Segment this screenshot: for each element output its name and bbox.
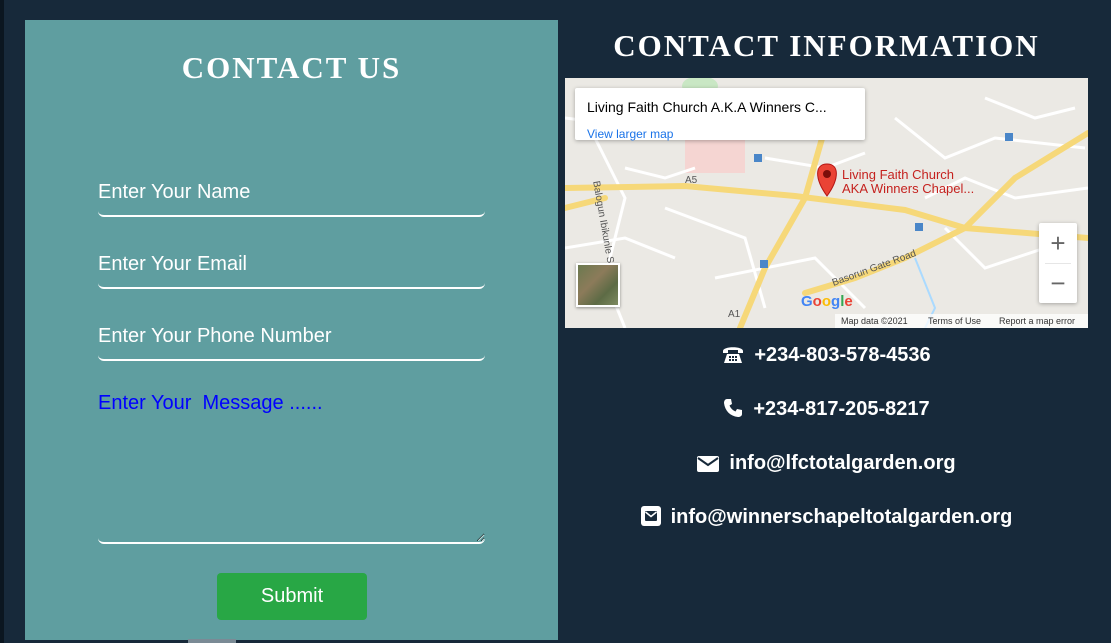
google-logo-e: e: [844, 293, 853, 310]
email-2-text[interactable]: info@winnerschapeltotalgarden.org: [671, 506, 1013, 528]
embedded-map[interactable]: A5 A1 Basorun Gate Road Balogun Ibikunle…: [565, 78, 1088, 328]
map-place-title: Living Faith Church A.K.A Winners C...: [587, 99, 827, 115]
phone-field[interactable]: [98, 319, 485, 361]
report-map-error-link[interactable]: Report a map error: [999, 316, 1075, 326]
terms-of-use-link[interactable]: Terms of Use: [928, 316, 981, 326]
zoom-out-button[interactable]: −: [1039, 263, 1077, 303]
phone-2-text[interactable]: +234-817-205-8217: [753, 398, 929, 420]
email-field[interactable]: [98, 247, 485, 289]
zoom-in-button[interactable]: +: [1039, 223, 1077, 263]
contact-phone-2: +234-817-205-8217: [565, 398, 1088, 424]
horizontal-scrollbar-thumb[interactable]: [188, 639, 236, 643]
message-field[interactable]: [98, 392, 485, 544]
road-label-a5: A5: [685, 175, 698, 186]
map-data-text: Map data ©2021: [841, 316, 908, 326]
road-label-a1: A1: [728, 309, 741, 320]
phone-1-text[interactable]: +234-803-578-4536: [754, 344, 930, 366]
map-place-card: Living Faith Church A.K.A Winners C... V…: [575, 88, 865, 141]
contact-email-2: info@winnerschapeltotalgarden.org: [565, 506, 1088, 532]
map-pin-label-line2: AKA Winners Chapel...: [842, 181, 975, 196]
name-field[interactable]: [98, 175, 485, 217]
old-phone-icon: [722, 344, 744, 370]
google-logo-g1: G: [801, 293, 813, 310]
map-footer: Map data ©2021 Terms of Use Report a map…: [835, 314, 1088, 328]
map-pin-label[interactable]: Living Faith Church AKA Winners Chapel..…: [842, 168, 974, 196]
contact-phone-1: +234-803-578-4536: [565, 344, 1088, 370]
submit-button[interactable]: Submit: [217, 573, 367, 620]
map-pin-label-line1: Living Faith Church: [842, 167, 954, 182]
zoom-control: + −: [1039, 223, 1077, 303]
contact-info-title: CONTACT INFORMATION: [613, 28, 1040, 63]
envelope-icon: [697, 455, 720, 478]
contact-form-title: CONTACT US: [181, 50, 402, 85]
page-edge-strip: [0, 0, 4, 643]
view-larger-map-link[interactable]: View larger map: [587, 127, 673, 141]
contact-form: CONTACT US Submit: [25, 20, 558, 640]
google-logo: Google: [801, 293, 853, 310]
satellite-view-toggle[interactable]: [576, 263, 620, 307]
envelope-square-icon: [640, 506, 661, 532]
google-logo-o1: o: [812, 293, 822, 310]
google-logo-g2: g: [831, 293, 841, 310]
google-logo-o2: o: [821, 293, 832, 310]
contact-email-1: info@lfctotalgarden.org: [565, 452, 1088, 478]
email-1-text[interactable]: info@lfctotalgarden.org: [729, 452, 955, 474]
phone-icon: [723, 398, 743, 424]
